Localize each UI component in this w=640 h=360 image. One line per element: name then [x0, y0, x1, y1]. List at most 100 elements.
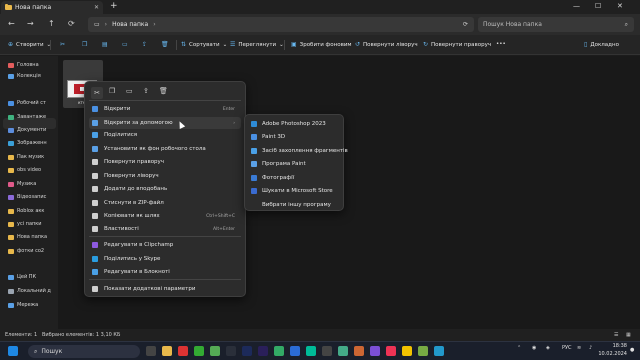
create-button[interactable]: ⊕ Створити ⌄ [8, 41, 51, 48]
context-menu-item[interactable]: Поділитись у Skype [89, 253, 241, 265]
premiere-icon[interactable] [258, 346, 268, 356]
photoshop-icon[interactable] [242, 346, 252, 356]
rotate-right-button[interactable]: ↻ Повернути праворуч [423, 41, 491, 48]
open-with-app-item[interactable]: Adobe Photoshop 2023 [248, 118, 342, 130]
up-arrow-icon[interactable]: ↑ [48, 19, 55, 28]
sidebar-item[interactable]: усі папки [8, 221, 42, 227]
open-with-app-item[interactable]: Шукати в Microsoft Store [248, 185, 342, 197]
edge-icon[interactable] [306, 346, 316, 356]
search-input[interactable]: Пошук Нова папка ⌕ [478, 17, 634, 32]
chrome-icon[interactable] [434, 346, 444, 356]
wifi-icon[interactable]: ≋ [577, 345, 581, 351]
app-icon[interactable] [178, 346, 188, 356]
open-with-app-item[interactable]: Фотографії [248, 172, 342, 184]
notification-icon[interactable]: ● [630, 347, 634, 353]
details-view-icon[interactable]: ☰ [614, 332, 618, 338]
refresh-icon[interactable]: ⟳ [68, 19, 75, 28]
context-menu-item[interactable]: Повернути ліворуч [89, 170, 241, 182]
cut-icon[interactable]: ✂ [91, 87, 103, 99]
paste-icon[interactable]: ▤ [102, 41, 108, 48]
app-icon[interactable] [354, 346, 364, 356]
context-menu-item[interactable]: Повернути праворуч [89, 156, 241, 168]
share-icon[interactable]: ⇪ [143, 87, 149, 95]
sidebar-item[interactable]: Цей ПК [8, 274, 36, 280]
context-menu-item[interactable]: Відкрити Enter [89, 103, 241, 115]
more-options-button[interactable]: ••• [496, 41, 506, 47]
clock-date[interactable]: 10.02.2024 [598, 351, 627, 357]
sidebar-item[interactable]: Зображенн [8, 140, 47, 146]
details-button[interactable]: ▯ Докладно [584, 41, 619, 48]
volume-icon[interactable]: ◈ [546, 345, 550, 351]
minimize-button[interactable]: — [573, 2, 580, 10]
context-menu-item[interactable]: Копіювати як шлях Ctrl+Shift+C [89, 210, 241, 222]
chevron-up-icon[interactable]: ⌃ [517, 345, 521, 351]
sidebar-item[interactable]: Локальний д [8, 288, 51, 294]
back-arrow-icon[interactable]: ← [8, 19, 15, 28]
context-menu-item[interactable]: Поділитися [89, 129, 241, 141]
rotate-left-button[interactable]: ↺ Повернути ліворуч [355, 41, 418, 48]
open-with-app-item[interactable]: Вибрати іншу програму [248, 199, 342, 211]
network-icon[interactable]: ◉ [532, 345, 536, 351]
rename-icon[interactable]: ▭ [126, 87, 133, 95]
sidebar-item[interactable]: Мережа [8, 302, 38, 308]
context-menu-item[interactable]: Редагувати в Clipchamp [89, 239, 241, 251]
steam-icon[interactable] [226, 346, 236, 356]
task-view-icon[interactable] [146, 346, 156, 356]
app-icon[interactable] [402, 346, 412, 356]
sidebar-item[interactable]: Головна [8, 62, 39, 68]
windows-start-icon[interactable] [8, 346, 18, 356]
sidebar-item[interactable]: Пак музик [8, 154, 44, 160]
forward-arrow-icon[interactable]: → [27, 19, 34, 28]
delete-icon[interactable]: 🗑 [159, 87, 168, 95]
app-icon[interactable] [418, 346, 428, 356]
set-background-button[interactable]: ▣ Зробити фоновим [291, 41, 352, 48]
copy-icon[interactable]: ❐ [109, 87, 115, 95]
sidebar-item[interactable]: фотки со2 [8, 248, 44, 254]
app-icon[interactable] [338, 346, 348, 356]
open-with-app-item[interactable]: Paint 3D [248, 131, 342, 143]
tab-nova-papka[interactable]: Нова папка ✕ [1, 1, 103, 14]
sidebar-item[interactable]: Колекція [8, 73, 41, 79]
language-indicator[interactable]: РУС [562, 345, 572, 351]
context-menu-item[interactable]: Додати до вподобань [89, 183, 241, 195]
sidebar-item[interactable]: Нова папка [8, 234, 47, 240]
speaker-icon[interactable]: ♪ [589, 345, 592, 351]
context-menu-item[interactable]: Редагувати в Блокноті [89, 266, 241, 278]
context-menu-item[interactable]: Установити як фон робочого стола [89, 143, 241, 155]
app-icon[interactable] [194, 346, 204, 356]
sort-button[interactable]: ⇅ Сортувати ⌄ [181, 41, 227, 48]
cut-icon[interactable]: ✂ [60, 41, 65, 48]
sidebar-item[interactable]: Документи [8, 127, 46, 133]
copy-icon[interactable]: ❐ [82, 41, 87, 48]
app-icon[interactable] [210, 346, 220, 356]
context-menu-item[interactable]: Стиснути в ZIP-файл [89, 197, 241, 209]
minecraft-icon[interactable] [274, 346, 284, 356]
sidebar-item[interactable]: Завантаже [8, 114, 46, 120]
app-icon[interactable] [290, 346, 300, 356]
close-window-button[interactable]: ✕ [617, 2, 623, 10]
app-icon[interactable] [386, 346, 396, 356]
address-bar[interactable]: ▭ › Нова папка › ⟳ [88, 17, 474, 32]
open-with-app-item[interactable]: Програма Paint [248, 158, 342, 170]
taskbar-search[interactable]: ⌕ Пошук [28, 345, 140, 358]
new-tab-button[interactable]: + [110, 2, 118, 11]
sidebar-item[interactable]: Roblox акк [8, 208, 44, 214]
sidebar-item[interactable]: Відеозапис [8, 194, 46, 200]
view-button[interactable]: ☰ Переглянути ⌄ [230, 41, 284, 48]
viber-icon[interactable] [370, 346, 380, 356]
rename-icon[interactable]: ▭ [122, 41, 128, 48]
close-tab-icon[interactable]: ✕ [94, 4, 99, 11]
delete-icon[interactable]: 🗑 [161, 41, 169, 48]
tiles-view-icon[interactable]: ▦ [626, 332, 631, 338]
obs-icon[interactable] [322, 346, 332, 356]
context-menu-item[interactable]: Властивості Alt+Enter [89, 223, 241, 235]
share-icon[interactable]: ⇪ [142, 41, 147, 48]
sidebar-item[interactable]: Робочий ст [8, 100, 46, 106]
clock-time[interactable]: 18:38 [601, 343, 627, 349]
reload-icon[interactable]: ⟳ [463, 21, 468, 28]
sidebar-item[interactable]: obs video [8, 167, 41, 173]
file-explorer-icon[interactable] [162, 346, 172, 356]
open-with-app-item[interactable]: Засіб захоплення фрагментів [248, 145, 348, 157]
sidebar-item[interactable]: Музика [8, 181, 36, 187]
context-menu-item[interactable]: Показати додаткові параметри [89, 283, 241, 295]
